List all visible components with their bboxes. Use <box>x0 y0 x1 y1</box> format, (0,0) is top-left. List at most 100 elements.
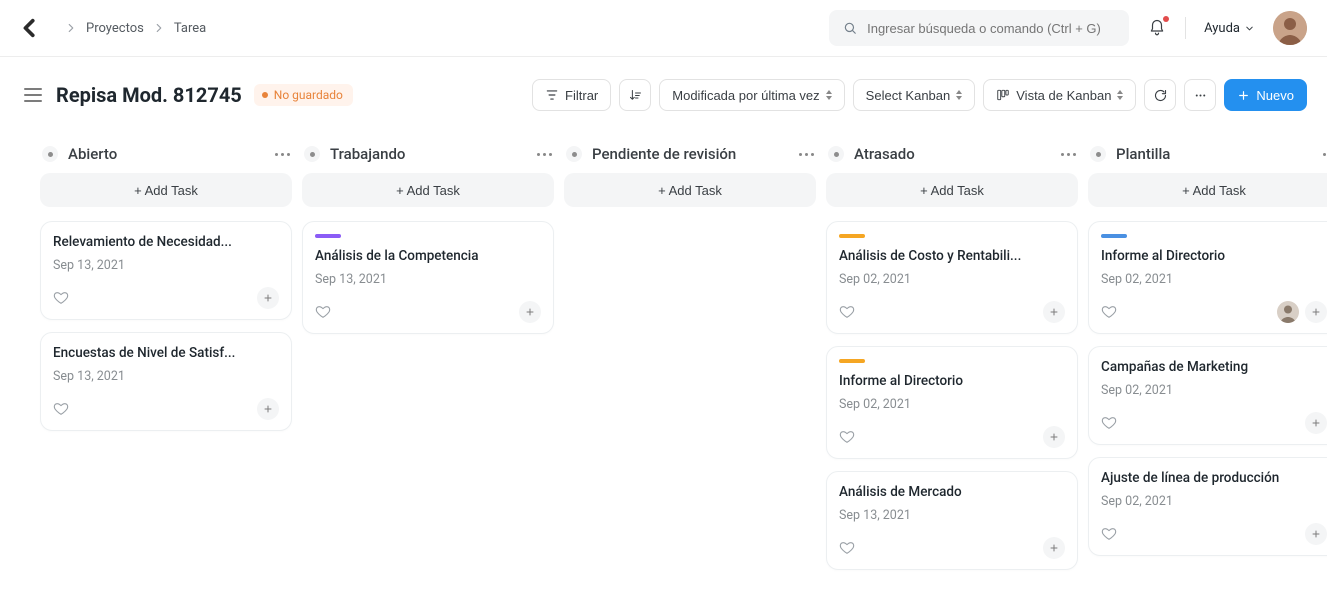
task-card[interactable]: Campañas de MarketingSep 02, 2021 <box>1088 346 1327 445</box>
column-menu-button[interactable] <box>1061 153 1076 156</box>
card-date: Sep 13, 2021 <box>839 508 1065 523</box>
add-task-button[interactable]: + Add Task <box>302 173 554 207</box>
column-title: Atrasado <box>854 145 915 163</box>
heart-icon <box>839 540 855 556</box>
search-icon <box>843 21 857 35</box>
plus-icon <box>1237 89 1250 102</box>
add-task-button[interactable]: + Add Task <box>1088 173 1327 207</box>
priority-tag <box>315 234 341 238</box>
card-add-button[interactable] <box>257 287 279 309</box>
status-dot-icon <box>1090 146 1106 162</box>
like-button[interactable] <box>1101 415 1117 431</box>
card-add-button[interactable] <box>519 301 541 323</box>
sort-direction-button[interactable] <box>619 79 651 111</box>
search-input[interactable] <box>867 21 1115 36</box>
search-box[interactable] <box>829 10 1129 46</box>
like-button[interactable] <box>839 540 855 556</box>
task-card[interactable]: Informe al DirectorioSep 02, 2021 <box>826 346 1078 459</box>
column-menu-button[interactable] <box>537 153 552 156</box>
updown-icon <box>1117 90 1123 100</box>
card-date: Sep 02, 2021 <box>1101 383 1327 398</box>
task-card[interactable]: Relevamiento de Necesidad...Sep 13, 2021 <box>40 221 292 320</box>
heart-icon <box>839 429 855 445</box>
sidebar-toggle[interactable] <box>24 88 42 102</box>
card-add-button[interactable] <box>1305 523 1327 545</box>
add-task-button[interactable]: + Add Task <box>826 173 1078 207</box>
new-label: Nuevo <box>1256 88 1294 103</box>
add-task-button[interactable]: + Add Task <box>40 173 292 207</box>
card-add-button[interactable] <box>1305 301 1327 323</box>
view-button[interactable]: Vista de Kanban <box>983 79 1136 111</box>
column-menu-button[interactable] <box>275 153 290 156</box>
kanban-column: Abierto + Add Task Relevamiento de Necesid… <box>40 141 292 582</box>
filter-label: Filtrar <box>565 88 598 103</box>
unsaved-indicator[interactable]: No guardado <box>254 84 353 106</box>
sort-field-button[interactable]: Modificada por última vez <box>659 79 844 111</box>
chevron-down-icon <box>1244 23 1255 34</box>
like-button[interactable] <box>1101 304 1117 320</box>
heart-icon <box>53 401 69 417</box>
column-menu-button[interactable] <box>1323 153 1327 156</box>
app-logo[interactable] <box>18 16 42 40</box>
like-button[interactable] <box>53 401 69 417</box>
help-menu[interactable]: Ayuda <box>1204 21 1255 36</box>
view-label: Vista de Kanban <box>1016 88 1111 103</box>
like-button[interactable] <box>53 290 69 306</box>
plus-icon <box>1310 528 1322 540</box>
column-header: Atrasado <box>826 141 1078 173</box>
card-add-button[interactable] <box>257 398 279 420</box>
card-add-button[interactable] <box>1043 537 1065 559</box>
like-button[interactable] <box>1101 526 1117 542</box>
select-kanban-button[interactable]: Select Kanban <box>853 79 976 111</box>
task-card[interactable]: Análisis de MercadoSep 13, 2021 <box>826 471 1078 570</box>
heart-icon <box>315 304 331 320</box>
task-card[interactable]: Análisis de la Competencia Sep 13, 2021 <box>302 221 554 334</box>
user-avatar[interactable] <box>1273 11 1307 45</box>
like-button[interactable] <box>839 429 855 445</box>
breadcrumb-projects[interactable]: Proyectos <box>86 21 144 36</box>
column-menu-button[interactable] <box>799 153 814 156</box>
refresh-icon <box>1153 88 1168 103</box>
chevron-right-icon <box>152 21 166 35</box>
card-title: Análisis de Costo y Rentabili... <box>839 248 1065 264</box>
card-add-button[interactable] <box>1305 412 1327 434</box>
plus-icon <box>1310 417 1322 429</box>
card-date: Sep 13, 2021 <box>315 272 541 287</box>
notifications-button[interactable] <box>1147 18 1167 38</box>
plus-icon <box>524 306 536 318</box>
card-title: Informe al Directorio <box>839 373 1065 389</box>
status-dot-icon <box>828 146 844 162</box>
notification-dot <box>1163 16 1169 22</box>
column-title-wrap: Trabajando <box>304 145 405 163</box>
heart-icon <box>1101 304 1117 320</box>
task-card[interactable]: Análisis de Costo y Rentabili...Sep 02, … <box>826 221 1078 334</box>
new-button[interactable]: Nuevo <box>1224 79 1307 111</box>
plus-icon <box>1048 306 1060 318</box>
task-card[interactable]: Ajuste de línea de producciónSep 02, 202… <box>1088 457 1327 556</box>
status-dot-icon <box>42 146 58 162</box>
column-title-wrap: Pendiente de revisión <box>566 145 736 163</box>
card-add-button[interactable] <box>1043 426 1065 448</box>
more-menu-button[interactable] <box>1184 79 1216 111</box>
assignee-avatar[interactable] <box>1277 301 1299 323</box>
like-button[interactable] <box>315 304 331 320</box>
breadcrumb-task[interactable]: Tarea <box>174 21 206 36</box>
column-title: Abierto <box>68 145 117 163</box>
card-date: Sep 02, 2021 <box>1101 494 1327 509</box>
updown-icon <box>826 90 832 100</box>
refresh-button[interactable] <box>1144 79 1176 111</box>
add-task-button[interactable]: + Add Task <box>564 173 816 207</box>
plus-icon <box>1310 306 1322 318</box>
card-title: Análisis de la Competencia <box>315 248 541 264</box>
card-date: Sep 13, 2021 <box>53 258 279 273</box>
task-card[interactable]: Informe al DirectorioSep 02, 2021 <box>1088 221 1327 334</box>
task-card[interactable]: Encuestas de Nivel de Satisf...Sep 13, 2… <box>40 332 292 431</box>
card-add-button[interactable] <box>1043 301 1065 323</box>
select-kanban-label: Select Kanban <box>866 88 951 103</box>
kanban-icon <box>996 88 1010 102</box>
page-header: Repisa Mod. 812745 No guardado Filtrar M… <box>0 57 1327 121</box>
filter-button[interactable]: Filtrar <box>532 79 611 111</box>
like-button[interactable] <box>839 304 855 320</box>
column-title-wrap: Atrasado <box>828 145 915 163</box>
card-title: Encuestas de Nivel de Satisf... <box>53 345 279 361</box>
